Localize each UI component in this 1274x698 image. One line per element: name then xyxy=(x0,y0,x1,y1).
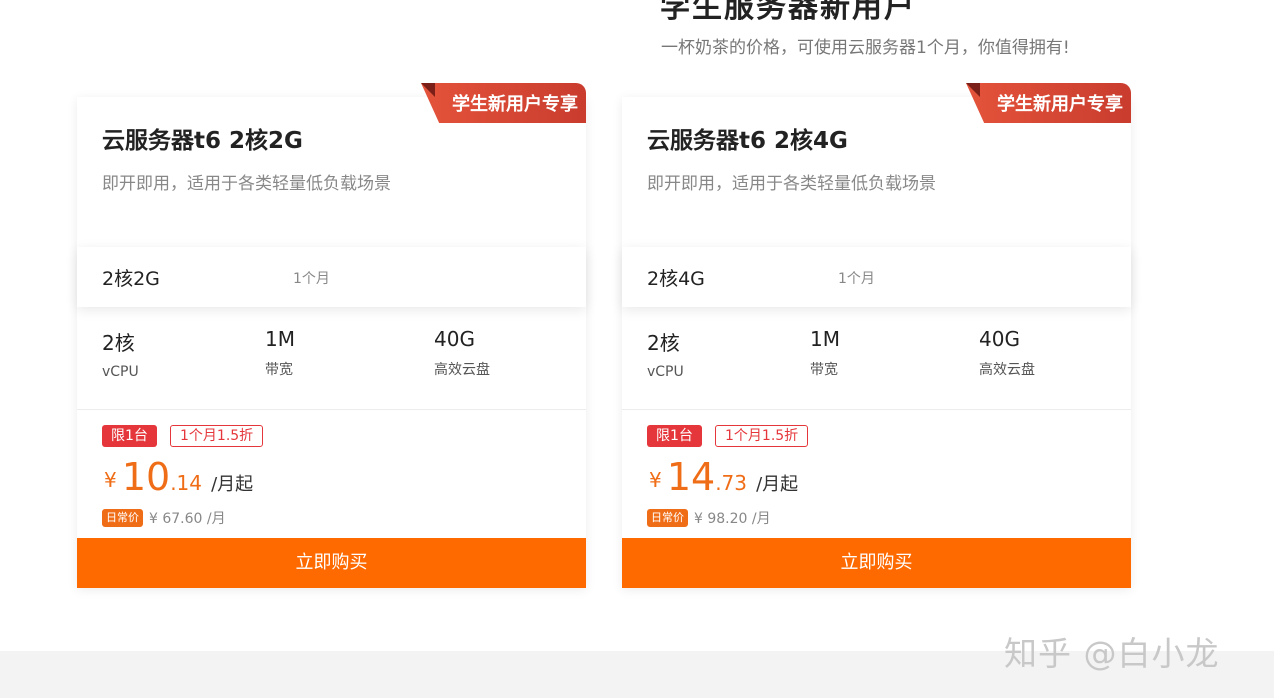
promo-ribbon: 学生新用户专享 xyxy=(421,83,586,123)
spec-option[interactable]: 2核2G 1个月 xyxy=(77,247,586,307)
price-integer: 14 xyxy=(666,455,716,499)
promo-ribbon: 学生新用户专享 xyxy=(966,83,1131,123)
limit-badge: 限1台 xyxy=(647,425,702,447)
divider xyxy=(622,409,1131,410)
watermark: 知乎 @白小龙 xyxy=(1004,634,1220,673)
spec-option[interactable]: 2核4G 1个月 xyxy=(622,247,1131,307)
regular-price-tag: 日常价 xyxy=(647,509,688,527)
product-card-2c2g: 学生新用户专享 云服务器t6 2核2G 即开即用，适用于各类轻量低负载场景 2核… xyxy=(77,83,586,588)
card-title: 云服务器t6 2核2G xyxy=(102,128,303,154)
feature-label: 带宽 xyxy=(810,362,838,378)
discount-badge: 1个月1.5折 xyxy=(170,425,264,447)
regular-price: ¥ 67.60 /月 xyxy=(149,511,226,527)
limit-badge: 限1台 xyxy=(102,425,157,447)
feature-bandwidth: 1M 带宽 xyxy=(810,327,840,379)
price-unit: /月起 xyxy=(756,474,799,495)
page-subtitle: 一杯奶茶的价格，可使用云服务器1个月，你值得拥有! xyxy=(661,38,1070,58)
currency-symbol: ¥ xyxy=(649,468,662,492)
spec-term: 1个月 xyxy=(838,271,875,287)
card-description: 即开即用，适用于各类轻量低负载场景 xyxy=(647,174,936,194)
spec-name: 2核2G xyxy=(102,268,160,290)
spec-term: 1个月 xyxy=(293,271,330,287)
feature-label: vCPU xyxy=(647,364,684,380)
feature-label: 高效云盘 xyxy=(434,362,490,378)
price-decimal: .73 xyxy=(715,471,747,495)
card-title: 云服务器t6 2核4G xyxy=(647,128,848,154)
feature-value: 1M xyxy=(810,327,840,351)
price: ¥ 10.14 /月起 xyxy=(104,455,253,499)
feature-disk: 40G 高效云盘 xyxy=(434,327,490,379)
feature-value: 40G xyxy=(434,327,475,351)
feature-bandwidth: 1M 带宽 xyxy=(265,327,295,379)
buy-button[interactable]: 立即购买 xyxy=(622,538,1131,588)
divider xyxy=(77,409,586,410)
regular-price-tag: 日常价 xyxy=(102,509,143,527)
discount-badge: 1个月1.5折 xyxy=(715,425,809,447)
buy-button[interactable]: 立即购买 xyxy=(77,538,586,588)
feature-label: 带宽 xyxy=(265,362,293,378)
feature-disk: 40G 高效云盘 xyxy=(979,327,1035,379)
feature-cpu: 2核 vCPU xyxy=(102,327,139,380)
price: ¥ 14.73 /月起 xyxy=(649,455,798,499)
feature-value: 2核 xyxy=(102,331,135,355)
page-title: 学生服务器新用户 xyxy=(660,0,916,25)
feature-value: 1M xyxy=(265,327,295,351)
price-unit: /月起 xyxy=(211,474,254,495)
feature-cpu: 2核 vCPU xyxy=(647,327,684,380)
regular-price: ¥ 98.20 /月 xyxy=(694,511,771,527)
product-card-2c4g: 学生新用户专享 云服务器t6 2核4G 即开即用，适用于各类轻量低负载场景 2核… xyxy=(622,83,1131,588)
feature-value: 40G xyxy=(979,327,1020,351)
currency-symbol: ¥ xyxy=(104,468,117,492)
feature-label: vCPU xyxy=(102,364,139,380)
spec-name: 2核4G xyxy=(647,268,705,290)
feature-value: 2核 xyxy=(647,331,680,355)
price-integer: 10 xyxy=(121,455,171,499)
card-description: 即开即用，适用于各类轻量低负载场景 xyxy=(102,174,391,194)
feature-label: 高效云盘 xyxy=(979,362,1035,378)
price-decimal: .14 xyxy=(170,471,202,495)
